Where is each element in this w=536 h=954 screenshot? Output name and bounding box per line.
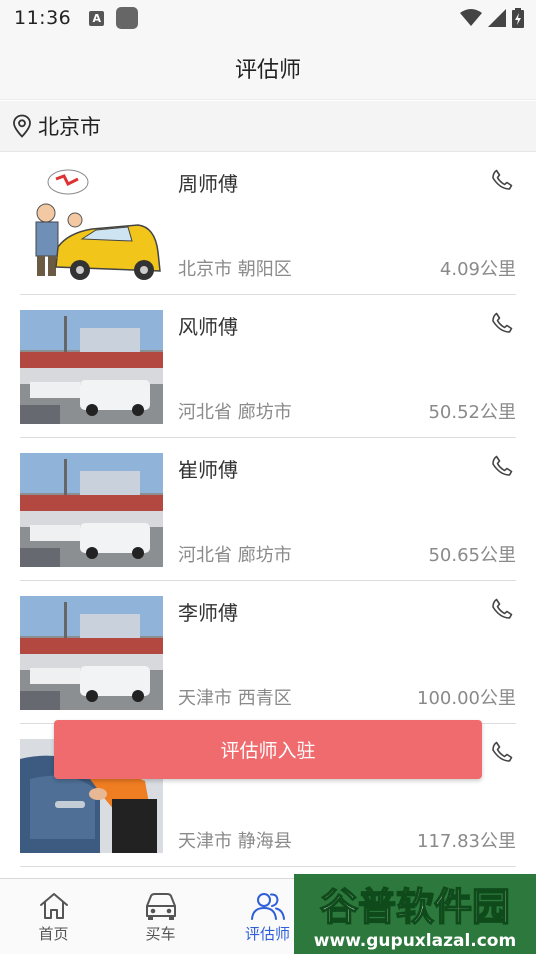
status-time: 11:36: [14, 7, 72, 29]
signal-icon: [488, 9, 506, 27]
appraiser-photo: [20, 167, 163, 281]
phone-icon[interactable]: [490, 597, 514, 621]
status-left-icons: A: [89, 7, 139, 29]
tab-label: 买车: [145, 924, 176, 943]
appraiser-name: 李师傅: [178, 601, 238, 625]
appraiser-region: 河北省 廊坊市: [178, 402, 292, 423]
tab-home[interactable]: 首页: [0, 879, 107, 954]
appraiser-distance: 100.00公里: [417, 688, 516, 709]
appraiser-distance: 50.65公里: [428, 545, 516, 566]
phone-icon[interactable]: [490, 168, 514, 192]
location-selector[interactable]: 北京市: [0, 101, 536, 152]
tab-label: 评估师: [244, 924, 290, 943]
appraiser-list-item[interactable]: 崔师傅 河北省 廊坊市 50.65公里: [20, 438, 516, 581]
phone-icon[interactable]: [490, 454, 514, 478]
notification-a-icon: A: [89, 10, 105, 26]
status-bar: 11:36 A: [0, 0, 536, 36]
appraiser-photo: [20, 453, 163, 567]
appraiser-region: 天津市 西青区: [178, 688, 292, 709]
watermark-url: www.gupuxlazal.com: [314, 931, 516, 951]
phone-icon[interactable]: [490, 311, 514, 335]
tab-buy-car[interactable]: 买车: [107, 879, 214, 954]
appraiser-photo: [20, 596, 163, 710]
phone-icon[interactable]: [490, 740, 514, 764]
tab-label: 首页: [38, 924, 69, 943]
location-city: 北京市: [38, 115, 101, 139]
watermark-brand: 谷普软件园: [320, 885, 510, 929]
notification-app-icon: [116, 7, 139, 29]
appraiser-distance: 4.09公里: [439, 259, 516, 280]
appraiser-region: 河北省 廊坊市: [178, 545, 292, 566]
appraiser-name: 风师傅: [178, 315, 238, 339]
page-header: 评估师: [0, 36, 536, 100]
join-appraiser-button[interactable]: 评估师入驻: [54, 720, 482, 779]
appraiser-region: 天津市 静海县: [178, 831, 292, 852]
appraiser-list-item[interactable]: 周师傅 北京市 朝阳区 4.09公里: [20, 152, 516, 295]
appraiser-distance: 117.83公里: [417, 831, 516, 852]
home-icon: [39, 892, 68, 919]
appraiser-region: 北京市 朝阳区: [178, 259, 292, 280]
appraiser-name: 周师傅: [178, 172, 238, 196]
users-icon: [250, 892, 285, 920]
appraiser-distance: 50.52公里: [428, 402, 516, 423]
battery-icon: [512, 8, 524, 28]
watermark-logo: 谷普软件园 www.gupuxlazal.com: [294, 868, 536, 954]
page-title: 评估师: [234, 57, 301, 83]
appraiser-name: 崔师傅: [178, 458, 238, 482]
wifi-icon: [460, 9, 482, 26]
appraiser-list-item[interactable]: 风师傅 河北省 廊坊市 50.52公里: [20, 295, 516, 438]
appraiser-photo: [20, 310, 163, 424]
location-pin-icon: [13, 114, 31, 138]
car-icon: [145, 892, 176, 920]
status-right-icons: [460, 8, 524, 28]
appraiser-list-item[interactable]: 李师傅 天津市 西青区 100.00公里: [20, 581, 516, 724]
